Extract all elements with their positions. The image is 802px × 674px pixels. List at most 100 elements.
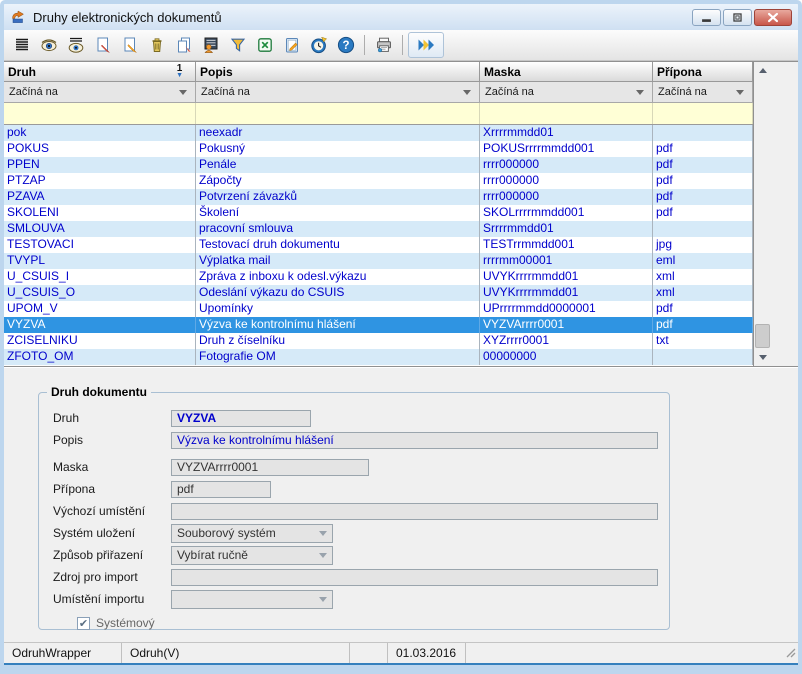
assign-records-button[interactable]: [197, 32, 224, 58]
table-row[interactable]: SKOLENIŠkoleníSKOLrrrrmmdd001pdf: [4, 205, 753, 221]
cell-druh: SKOLENI: [4, 205, 196, 221]
table-row[interactable]: PTZAPZápočtyrrrr000000pdf: [4, 173, 753, 189]
new-record-button[interactable]: [89, 32, 116, 58]
table-row-selected[interactable]: VYZVAVýzva ke kontrolnímu hlášeníVYZVArr…: [4, 317, 753, 333]
view-button[interactable]: [35, 32, 62, 58]
close-button[interactable]: [754, 9, 792, 26]
restore-button[interactable]: [723, 9, 752, 26]
filter-input-popis[interactable]: [196, 103, 480, 124]
browse-list-icon: [13, 36, 31, 54]
table-row[interactable]: TESTOVACITestovací druh dokumentuTESTrrm…: [4, 237, 753, 253]
cell-popis: Odeslání výkazu do CSUIS: [196, 285, 480, 301]
column-header-label: Popis: [200, 65, 233, 79]
zpusob-prirazeni-field[interactable]: Vybírat ručně: [171, 546, 333, 565]
table-row[interactable]: U_CSUIS_OOdeslání výkazu do CSUISUVYKrrr…: [4, 285, 753, 301]
filter-mode-pripona[interactable]: Začíná na: [653, 82, 753, 102]
toolbar: ?: [4, 30, 798, 61]
resize-grip[interactable]: [784, 646, 796, 661]
zpusob-prirazeni-value: Vybírat ručně: [177, 548, 248, 562]
restore-icon: [724, 10, 751, 25]
cell-popis: Zpráva z inboxu k odesl.výkazu: [196, 269, 480, 285]
cell-popis: Testovací druh dokumentu: [196, 237, 480, 253]
maska-field[interactable]: VYZVArrrr0001: [171, 459, 369, 476]
systemovy-checkbox-row: ✔ Systémový: [77, 616, 669, 630]
scroll-thumb[interactable]: [755, 324, 770, 348]
cell-pripona: xml: [653, 269, 753, 285]
cell-popis: pracovní smlouva: [196, 221, 480, 237]
scroll-down-button[interactable]: [754, 349, 771, 366]
scroll-up-button[interactable]: [754, 62, 771, 79]
cell-pripona: pdf: [653, 157, 753, 173]
cell-pripona: xml: [653, 285, 753, 301]
field-row-maska: MaskaVYZVArrrr0001: [53, 456, 669, 478]
table-row[interactable]: TVYPLVýplatka mailrrrrmm00001eml: [4, 253, 753, 269]
filter-input-maska[interactable]: [480, 103, 653, 124]
print-button[interactable]: [370, 32, 397, 58]
grid-header-row: Druh1▼ Popis MaskaPřípona: [4, 62, 753, 82]
filter-mode-label: Začíná na: [201, 86, 250, 98]
column-header-pripona[interactable]: Přípona: [653, 62, 753, 81]
filter-button[interactable]: [224, 32, 251, 58]
cell-maska: Srrrrmmdd01: [480, 221, 653, 237]
maska-value: VYZVArrrr0001: [177, 460, 258, 474]
continue-button[interactable]: [408, 32, 444, 58]
column-header-maska[interactable]: Maska: [480, 62, 653, 81]
zdroj-pro-import-field[interactable]: [171, 569, 658, 586]
assign-records-icon: [202, 36, 220, 54]
popis-value: Výzva ke kontrolnímu hlášení: [177, 433, 334, 447]
cell-popis: Výzva ke kontrolnímu hlášení: [196, 317, 480, 333]
field-row-popis: Popis Výzva ke kontrolnímu hlášení: [53, 429, 669, 451]
filter-mode-popis[interactable]: Začíná na: [196, 82, 480, 102]
cell-druh: PPEN: [4, 157, 196, 173]
umisteni-importu-field[interactable]: [171, 590, 333, 609]
export-excel-button[interactable]: [251, 32, 278, 58]
table-row[interactable]: POKUSPokusnýPOKUSrrrrmmdd001pdf: [4, 141, 753, 157]
status-cell-1: Odruh(V): [122, 643, 350, 663]
history-button[interactable]: [305, 32, 332, 58]
filter-mode-maska[interactable]: Začíná na: [480, 82, 653, 102]
system-ulozeni-field[interactable]: Souborový systém: [171, 524, 333, 543]
table-row[interactable]: SMLOUVApracovní smlouvaSrrrrmmdd01: [4, 221, 753, 237]
vychozi-umisteni-field[interactable]: [171, 503, 658, 520]
vertical-scrollbar[interactable]: [754, 62, 771, 366]
status-cell-0: OdruhWrapper: [4, 643, 122, 663]
filter-mode-label: Začíná na: [9, 86, 58, 98]
cell-pripona: pdf: [653, 189, 753, 205]
cell-druh: U_CSUIS_O: [4, 285, 196, 301]
table-row[interactable]: PZAVAPotvrzení závazkůrrrr000000pdf: [4, 189, 753, 205]
table-row[interactable]: ZFOTO_OMFotografie OM00000000: [4, 349, 753, 365]
delete-record-button[interactable]: [143, 32, 170, 58]
minimize-button[interactable]: [692, 9, 721, 26]
export-excel-icon: [256, 36, 274, 54]
cell-druh: TVYPL: [4, 253, 196, 269]
status-cell-2: [350, 643, 388, 663]
systemovy-checkbox[interactable]: ✔: [77, 617, 90, 630]
filter-input-pripona[interactable]: [653, 103, 753, 124]
arrow-down-icon: [759, 355, 767, 360]
table-row[interactable]: U_CSUIS_IZpráva z inboxu k odesl.výkazuU…: [4, 269, 753, 285]
toolbar-separator: [364, 35, 365, 55]
edit-form-button[interactable]: [278, 32, 305, 58]
table-row[interactable]: PPENPenálerrrr000000pdf: [4, 157, 753, 173]
copy-record-button[interactable]: [170, 32, 197, 58]
table-row[interactable]: pokneexadrXrrrrmmdd01: [4, 125, 753, 141]
view-columns-button[interactable]: [62, 32, 89, 58]
column-header-druh[interactable]: Druh1▼: [4, 62, 196, 81]
filter-mode-druh[interactable]: Začíná na: [4, 82, 196, 102]
cell-druh: ZCISELNIKU: [4, 333, 196, 349]
popis-label: Popis: [53, 433, 171, 447]
view-columns-icon: [67, 36, 85, 54]
column-header-popis[interactable]: Popis: [196, 62, 480, 81]
pripona-field[interactable]: pdf: [171, 481, 271, 498]
browse-list-button[interactable]: [8, 32, 35, 58]
table-row[interactable]: ZCISELNIKUDruh z číselníkuXYZrrrr0001txt: [4, 333, 753, 349]
table-row[interactable]: UPOM_VUpomínkyUPrrrrmmdd0000001pdf: [4, 301, 753, 317]
cell-pripona: pdf: [653, 141, 753, 157]
edit-record-button[interactable]: [116, 32, 143, 58]
filter-input-druh[interactable]: [4, 103, 196, 124]
druh-field[interactable]: VYZVA: [171, 410, 311, 427]
zpusob-prirazeni-label: Způsob přiřazení: [53, 548, 171, 562]
cell-pripona: txt: [653, 333, 753, 349]
help-button[interactable]: ?: [332, 32, 359, 58]
popis-field[interactable]: Výzva ke kontrolnímu hlášení: [171, 432, 658, 449]
